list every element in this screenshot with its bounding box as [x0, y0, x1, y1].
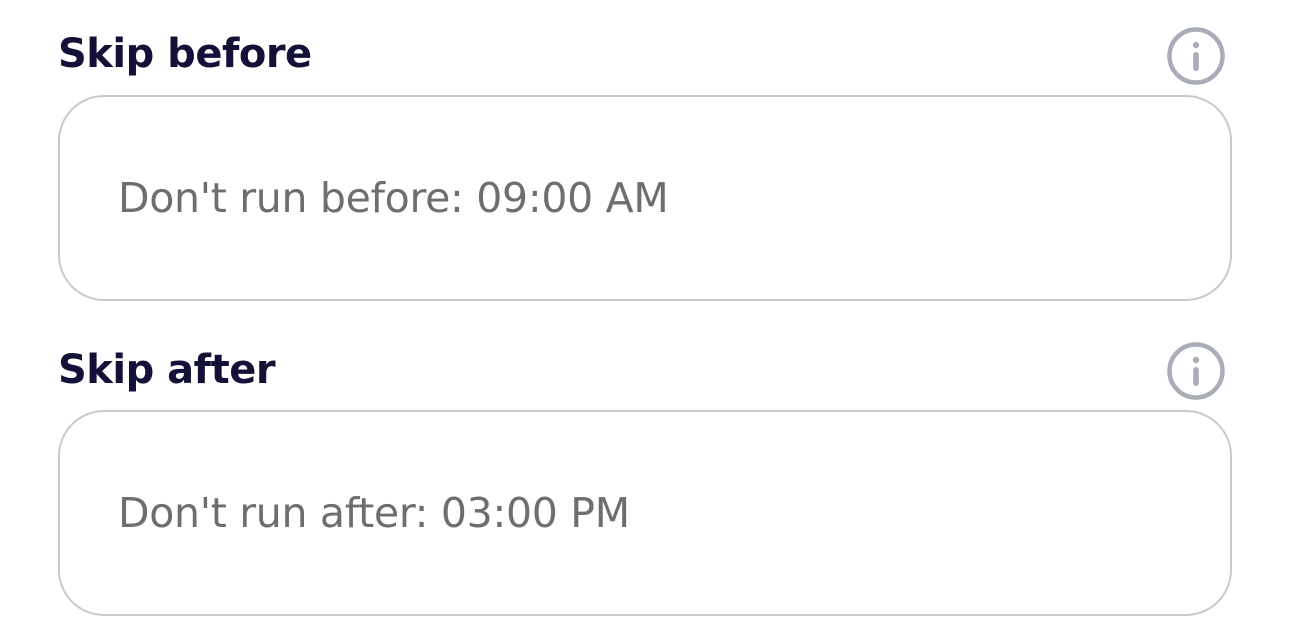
skip-after-field[interactable]: Don't run after: 03:00 PM [58, 410, 1232, 616]
skip-before-label: Skip before [58, 31, 312, 77]
skip-after-info-icon[interactable] [1166, 341, 1226, 401]
skip-before-info-icon[interactable] [1166, 26, 1226, 86]
skip-before-value: Don't run before: 09:00 AM [118, 174, 669, 222]
skip-after-value: Don't run after: 03:00 PM [118, 489, 630, 537]
info-circle-icon [1167, 342, 1225, 400]
info-circle-icon [1167, 27, 1225, 85]
skip-after-label: Skip after [58, 347, 276, 393]
skip-before-field[interactable]: Don't run before: 09:00 AM [58, 95, 1232, 301]
